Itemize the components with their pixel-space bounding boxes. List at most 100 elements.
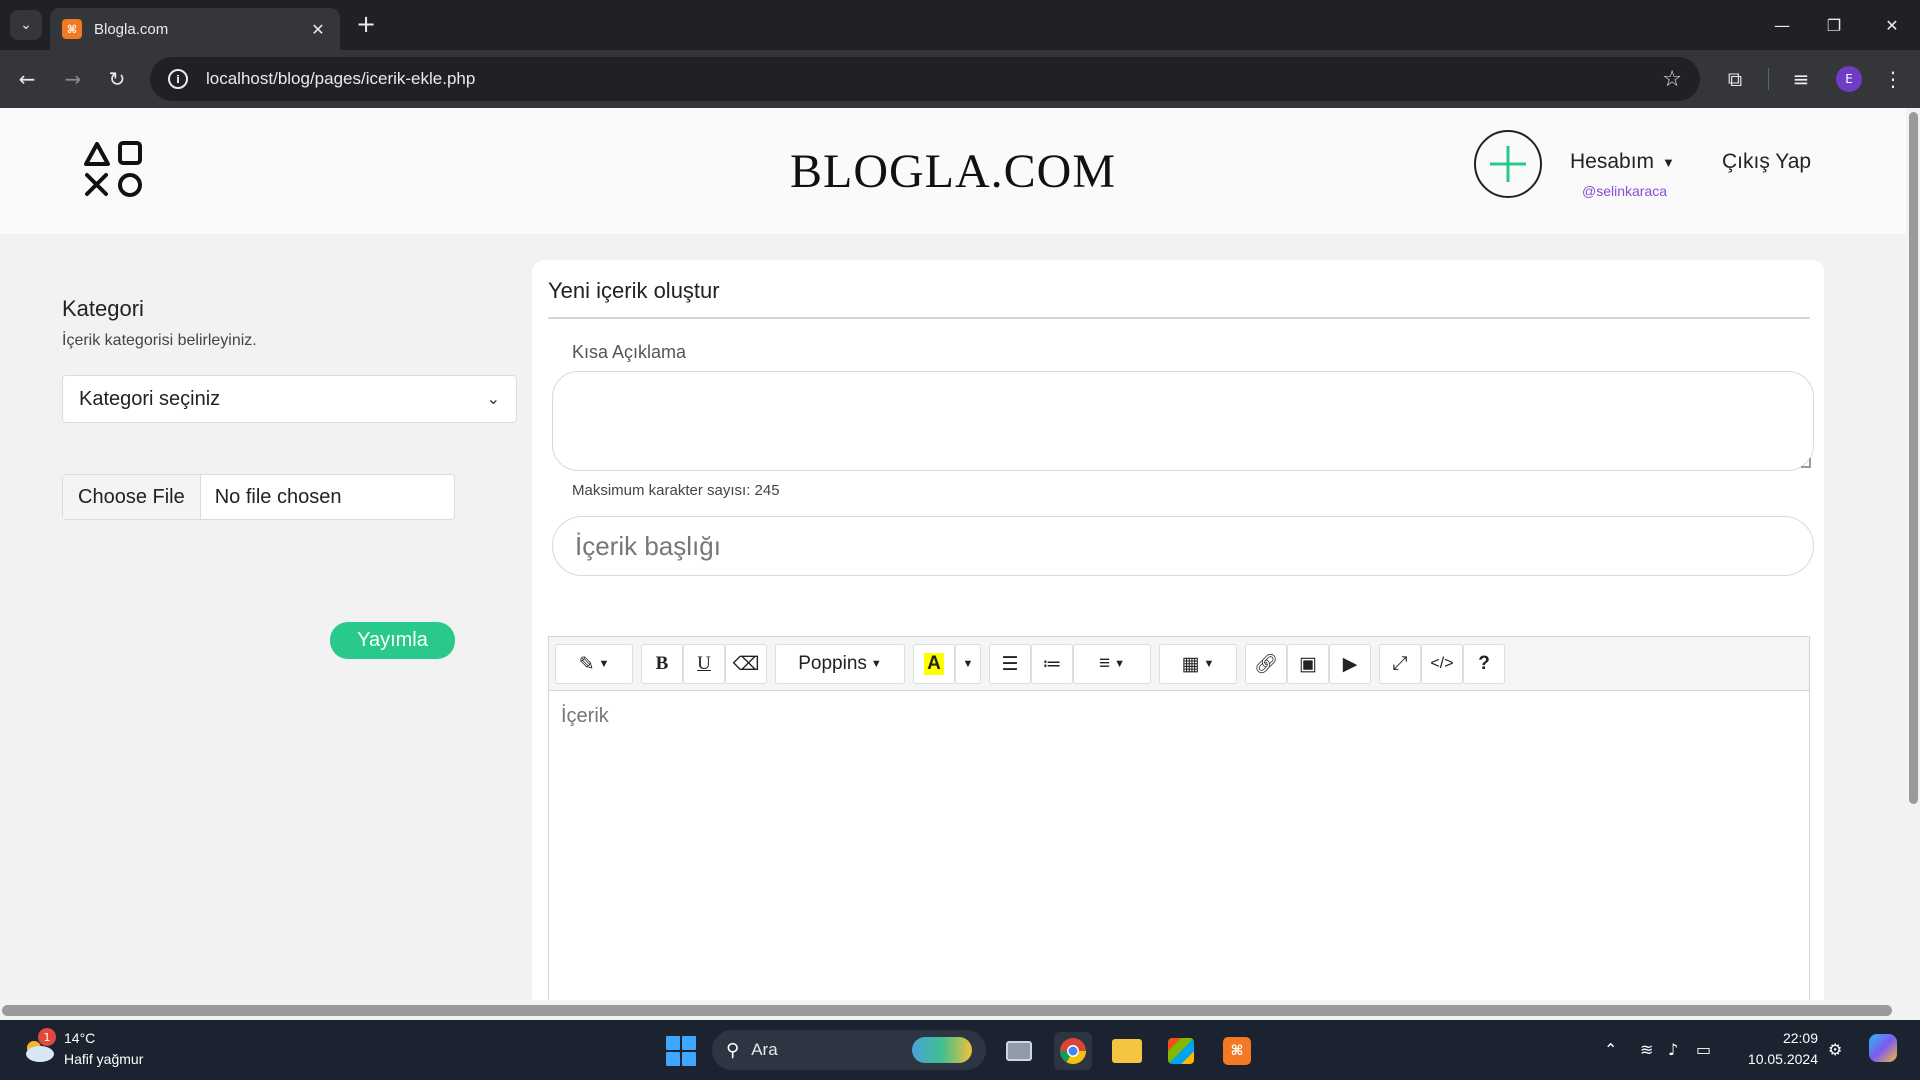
windows-start-icon[interactable] (666, 1036, 696, 1066)
paragraph-align-dropdown[interactable]: ≡ ▼ (1073, 644, 1151, 684)
forward-icon[interactable]: → (58, 64, 88, 94)
eraser-icon[interactable]: ⌫ (725, 644, 767, 684)
vertical-scrollbar[interactable] (1906, 108, 1920, 1000)
extensions-icon[interactable]: ⧉ (1720, 64, 1750, 94)
close-window-icon[interactable]: ✕ (1872, 10, 1912, 40)
account-dropdown[interactable]: Hesabım ▼ (1570, 150, 1675, 174)
menu-kebab-icon[interactable]: ⋮ (1878, 64, 1908, 94)
fullscreen-icon[interactable]: ⤢ (1379, 644, 1421, 684)
tab-title: Blogla.com (94, 20, 169, 38)
weather-badge: 1 (38, 1028, 56, 1046)
media-control-icon[interactable]: ≡ (1786, 64, 1816, 94)
show-hidden-icons-icon[interactable]: ⌃ (1604, 1040, 1617, 1059)
weather-desc[interactable]: Hafif yağmur (64, 1051, 143, 1067)
bookmark-star-icon[interactable]: ☆ (1662, 67, 1682, 92)
caret-down-icon: ▼ (870, 658, 882, 670)
caret-down-icon: ▼ (1203, 658, 1215, 670)
taskbar-search[interactable]: ⚲ Ara (712, 1030, 986, 1070)
new-tab-icon[interactable]: + (352, 10, 380, 38)
add-content-button[interactable] (1474, 130, 1542, 198)
search-icon: ⚲ (726, 1039, 740, 1061)
card-title: Yeni içerik oluştur (548, 278, 720, 303)
xampp-taskbar-icon[interactable]: ⌘ (1218, 1032, 1256, 1070)
table-dropdown[interactable]: ▦ ▼ (1159, 644, 1237, 684)
ordered-list-icon[interactable]: ≔ (1031, 644, 1073, 684)
magic-style-button[interactable]: ✎ ▼ (555, 644, 633, 684)
tab-close-icon[interactable]: ✕ (308, 20, 328, 39)
horizontal-scrollbar[interactable] (0, 1000, 1894, 1020)
bold-button[interactable]: B (641, 644, 683, 684)
caret-down-icon: ▼ (598, 658, 610, 670)
link-icon[interactable]: 🔗︎ (1245, 644, 1287, 684)
image-icon[interactable]: ▣ (1287, 644, 1329, 684)
video-icon[interactable]: ▶ (1329, 644, 1371, 684)
align-left-icon: ≡ (1099, 653, 1111, 674)
battery-icon[interactable]: ▭ (1696, 1040, 1711, 1059)
toolbar-divider (1768, 68, 1769, 90)
file-input[interactable]: Choose File No file chosen (62, 474, 455, 520)
category-subtitle: İçerik kategorisi belirleyiniz. (62, 332, 257, 349)
category-select-value: Kategori seçiniz (79, 387, 221, 410)
logout-link[interactable]: Çıkış Yap (1722, 150, 1811, 174)
resize-handle-icon[interactable] (1801, 458, 1811, 468)
choose-file-button[interactable]: Choose File (63, 475, 201, 519)
taskbar-search-label: Ara (751, 1040, 778, 1059)
volume-icon[interactable]: ♪ (1668, 1040, 1678, 1059)
short-description-label: Kısa Açıklama (572, 342, 687, 362)
task-view-icon[interactable] (1000, 1032, 1038, 1070)
content-title-input[interactable]: İçerik başlığı (552, 516, 1814, 576)
short-description-textarea[interactable] (552, 371, 1814, 471)
tab-search-icon[interactable]: ⌄ (10, 10, 42, 40)
chrome-taskbar-icon[interactable] (1054, 1032, 1092, 1070)
publish-button[interactable]: Yayımla (330, 622, 455, 659)
wifi-icon[interactable]: ≋ (1640, 1040, 1653, 1059)
windows-taskbar: 1 14°C Hafif yağmur ⚲ Ara ⌘ ⌃ ≋ ♪ ▭ 22:0… (0, 1020, 1920, 1080)
font-family-dropdown[interactable]: Poppins ▼ (775, 644, 905, 684)
card-divider (548, 317, 1810, 319)
site-info-icon[interactable]: i (168, 69, 188, 89)
clock-date[interactable]: 10.05.2024 (1738, 1051, 1818, 1067)
notification-bell-icon[interactable]: ⚙ (1828, 1040, 1842, 1059)
horizontal-scrollbar-thumb[interactable] (2, 1005, 1892, 1016)
category-select[interactable]: Kategori seçiniz ⌄ (62, 375, 517, 423)
clock-time[interactable]: 22:09 (1778, 1030, 1818, 1046)
copilot-icon[interactable] (1866, 1031, 1900, 1065)
page-viewport: BLOGLA.COM Hesabım ▼ @selinkaraca Çıkış Y… (0, 108, 1920, 1020)
category-heading: Kategori (62, 296, 144, 321)
underline-button[interactable]: U (683, 644, 725, 684)
font-family-value: Poppins (798, 653, 867, 674)
text-color-button[interactable]: A (913, 644, 955, 684)
account-label: Hesabım (1570, 150, 1655, 173)
table-icon: ▦ (1181, 653, 1200, 675)
code-view-button[interactable]: </> (1421, 644, 1463, 684)
reload-icon[interactable]: ↻ (102, 64, 132, 94)
caret-down-icon: ▼ (1662, 154, 1675, 170)
restore-icon[interactable]: ❐ (1814, 10, 1854, 40)
xampp-favicon-icon: ⌘ (62, 19, 82, 39)
back-icon[interactable]: ← (12, 64, 42, 94)
profile-avatar[interactable]: E (1836, 66, 1862, 92)
caret-down-icon: ▼ (962, 658, 974, 670)
browser-tab-active[interactable]: ⌘ Blogla.com ✕ (50, 8, 340, 50)
weather-temp[interactable]: 14°C (64, 1030, 95, 1046)
max-chars-note: Maksimum karakter sayısı: 245 (572, 482, 780, 499)
username-label: @selinkaraca (1582, 183, 1668, 199)
url-text[interactable]: localhost/blog/pages/icerik-ekle.php (206, 69, 1662, 89)
bullet-list-icon[interactable]: ☰ (989, 644, 1031, 684)
magic-wand-icon: ✎ (578, 653, 595, 675)
address-bar[interactable]: i localhost/blog/pages/icerik-ekle.php ☆ (150, 57, 1700, 101)
vertical-scrollbar-thumb[interactable] (1909, 112, 1918, 804)
content-title-placeholder: İçerik başlığı (575, 530, 721, 561)
help-button[interactable]: ? (1463, 644, 1505, 684)
text-color-icon: A (924, 653, 944, 675)
microsoft-store-icon[interactable] (1162, 1032, 1200, 1070)
site-header: BLOGLA.COM Hesabım ▼ @selinkaraca Çıkış Y… (0, 108, 1906, 234)
editor-content-placeholder[interactable]: İçerik (561, 705, 609, 728)
file-status-text: No file chosen (214, 485, 342, 508)
search-highlight-icon (912, 1037, 972, 1063)
caret-down-icon: ▼ (1114, 658, 1125, 670)
text-color-dropdown[interactable]: ▼ (955, 644, 981, 684)
browser-tabbar: ⌄ ⌘ Blogla.com ✕ + — ❐ ✕ (0, 0, 1920, 50)
minimize-icon[interactable]: — (1762, 10, 1802, 40)
file-explorer-icon[interactable] (1108, 1032, 1146, 1070)
